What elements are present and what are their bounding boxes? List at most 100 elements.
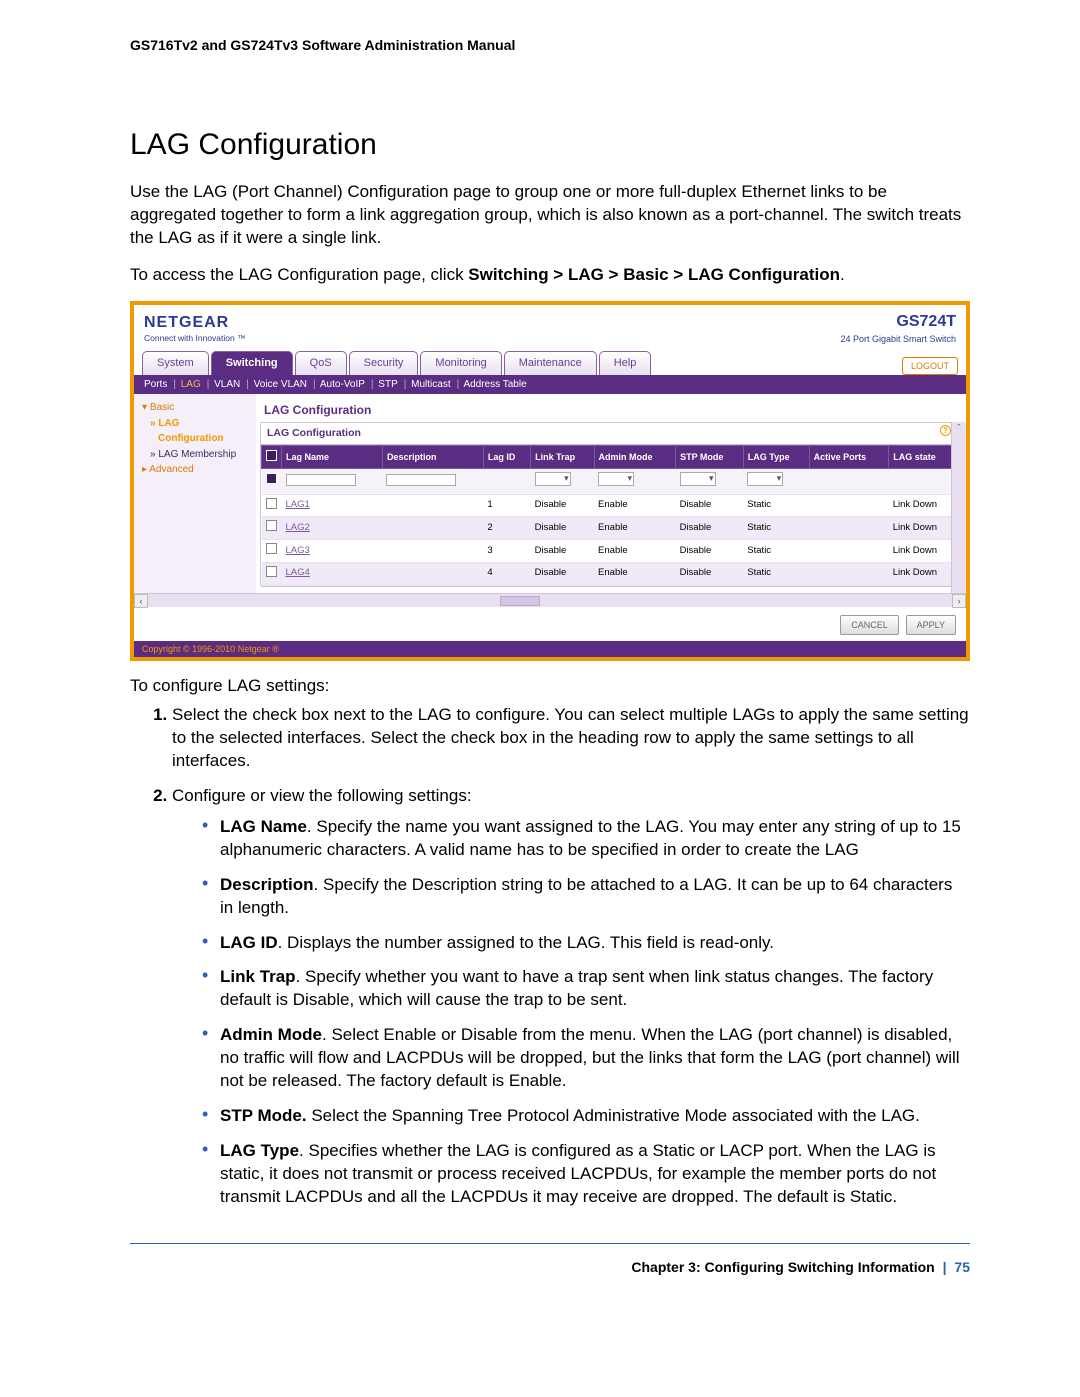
app-header: NETGEAR Connect with Innovation ™ GS724T…	[134, 305, 966, 347]
model-label: GS724T	[840, 311, 956, 333]
panel-subtitle: LAG Configuration ?	[261, 423, 957, 444]
row-checkbox[interactable]	[266, 566, 277, 577]
col-lag-name: Lag Name	[282, 445, 383, 468]
subtab-address-table[interactable]: Address Table	[463, 379, 526, 390]
col-lag-state: LAG state	[889, 445, 957, 468]
horizontal-scrollbar[interactable]: ‹ ›	[134, 593, 966, 607]
logout-button[interactable]: LOGOUT	[902, 357, 958, 375]
subtab-auto-voip[interactable]: Auto-VoIP	[320, 379, 365, 390]
scroll-thumb[interactable]	[500, 596, 540, 606]
filter-name-input[interactable]	[286, 474, 356, 486]
intro-paragraph-2: To access the LAG Configuration page, cl…	[130, 264, 970, 287]
subtab-lag[interactable]: LAG	[181, 379, 201, 390]
tab-qos[interactable]: QoS	[295, 351, 347, 375]
filter-checkbox[interactable]	[266, 473, 277, 484]
filter-lagtype-select[interactable]	[747, 472, 783, 486]
bullet-lag-name: LAG Name. Specify the name you want assi…	[202, 816, 970, 862]
lag-table: Lag Name Description Lag ID Link Trap Ad…	[261, 445, 957, 586]
sidebar-item-lag-configuration[interactable]: Configuration	[142, 431, 248, 447]
table-filter-row	[262, 468, 957, 494]
col-stp-mode: STP Mode	[676, 445, 744, 468]
filter-desc-input[interactable]	[386, 474, 456, 486]
subtab-vlan[interactable]: VLAN	[214, 379, 240, 390]
bullet-lag-type: LAG Type. Specifies whether the LAG is c…	[202, 1140, 970, 1209]
col-link-trap: Link Trap	[531, 445, 594, 468]
table-row: LAG2 2 Disable Enable Disable Static Lin…	[262, 517, 957, 540]
brand-tagline: Connect with Innovation ™	[144, 333, 246, 344]
sidebar-item-lag-membership[interactable]: » LAG Membership	[142, 447, 248, 463]
steps-list: Select the check box next to the LAG to …	[130, 704, 970, 1209]
lag-name-link[interactable]: LAG1	[286, 499, 310, 510]
app-screenshot: NETGEAR Connect with Innovation ™ GS724T…	[130, 301, 970, 661]
col-description: Description	[382, 445, 483, 468]
bullet-description: Description. Specify the Description str…	[202, 874, 970, 920]
subtab-multicast[interactable]: Multicast	[411, 379, 450, 390]
row-checkbox[interactable]	[266, 543, 277, 554]
lag-name-link[interactable]: LAG4	[286, 567, 310, 578]
configure-lead: To configure LAG settings:	[130, 675, 970, 698]
bullet-admin-mode: Admin Mode. Select Enable or Disable fro…	[202, 1024, 970, 1093]
row-checkbox[interactable]	[266, 498, 277, 509]
select-all-checkbox[interactable]	[266, 450, 277, 461]
cell-lag-id: 1	[483, 494, 530, 517]
scroll-left-icon[interactable]: ‹	[134, 594, 148, 608]
tab-system[interactable]: System	[142, 351, 209, 375]
copyright-bar: Copyright © 1996-2010 Netgear ®	[134, 641, 966, 657]
footer-chapter: Chapter 3: Configuring Switching Informa…	[631, 1259, 934, 1275]
col-lag-type: LAG Type	[743, 445, 809, 468]
row-checkbox[interactable]	[266, 520, 277, 531]
tab-switching[interactable]: Switching	[211, 351, 293, 375]
footer-rule	[130, 1243, 970, 1244]
sidebar-nav: ▾ Basic » LAG Configuration » LAG Member…	[134, 394, 256, 593]
tab-help[interactable]: Help	[599, 351, 652, 375]
tab-security[interactable]: Security	[349, 351, 419, 375]
footer-separator: |	[943, 1259, 947, 1275]
page-title: LAG Configuration	[130, 125, 970, 166]
footer-page-number: 75	[954, 1259, 970, 1275]
bullet-stp-mode: STP Mode. Select the Spanning Tree Proto…	[202, 1105, 970, 1128]
step-1: Select the check box next to the LAG to …	[172, 704, 970, 773]
lag-config-panel: LAG Configuration ? Lag Name Description…	[260, 422, 958, 586]
bullet-lag-id: LAG ID. Displays the number assigned to …	[202, 932, 970, 955]
sidebar-item-advanced[interactable]: ▸ Advanced	[142, 462, 248, 478]
cell-stp-mode: Disable	[676, 494, 744, 517]
lag-name-link[interactable]: LAG3	[286, 545, 310, 556]
tab-monitoring[interactable]: Monitoring	[420, 351, 501, 375]
brand-logo: NETGEAR	[144, 312, 246, 334]
main-panel: LAG Configuration LAG Configuration ? La…	[256, 394, 966, 593]
lag-name-link[interactable]: LAG2	[286, 522, 310, 533]
cell-lag-type: Static	[743, 494, 809, 517]
sidebar-item-basic[interactable]: ▾ Basic	[142, 400, 248, 416]
table-row: LAG3 3 Disable Enable Disable Static Lin…	[262, 540, 957, 563]
cell-lag-state: Link Down	[889, 494, 957, 517]
step-2: Configure or view the following settings…	[172, 785, 970, 1209]
vertical-scrollbar[interactable]: ˆ	[951, 422, 966, 593]
filter-linktrap-select[interactable]	[535, 472, 571, 486]
filter-adminmode-select[interactable]	[598, 472, 634, 486]
model-sublabel: 24 Port Gigabit Smart Switch	[840, 333, 956, 345]
step-2-text: Configure or view the following settings…	[172, 786, 472, 805]
subtab-stp[interactable]: STP	[378, 379, 397, 390]
subtab-ports[interactable]: Ports	[144, 379, 167, 390]
button-bar: CANCEL APPLY	[134, 607, 966, 641]
col-lag-id: Lag ID	[483, 445, 530, 468]
sidebar-item-lag[interactable]: » LAG	[142, 416, 248, 432]
cell-link-trap: Disable	[531, 494, 594, 517]
page-header: GS716Tv2 and GS724Tv3 Software Administr…	[130, 36, 970, 55]
col-active-ports: Active Ports	[809, 445, 889, 468]
intro-paragraph-1: Use the LAG (Port Channel) Configuration…	[130, 181, 970, 250]
cancel-button[interactable]: CANCEL	[840, 615, 899, 635]
apply-button[interactable]: APPLY	[906, 615, 956, 635]
help-icon[interactable]: ?	[940, 425, 951, 436]
filter-stpmode-select[interactable]	[680, 472, 716, 486]
main-title: LAG Configuration	[264, 402, 958, 418]
table-row: LAG1 1 Disable Enable Disable Static Lin…	[262, 494, 957, 517]
subtab-voice-vlan[interactable]: Voice VLAN	[254, 379, 307, 390]
tab-maintenance[interactable]: Maintenance	[504, 351, 597, 375]
main-tab-bar: System Switching QoS Security Monitoring…	[134, 347, 966, 375]
bullet-link-trap: Link Trap. Specify whether you want to h…	[202, 966, 970, 1012]
table-header-row: Lag Name Description Lag ID Link Trap Ad…	[262, 445, 957, 468]
sub-tab-bar: Ports| LAG| VLAN| Voice VLAN| Auto-VoIP|…	[134, 375, 966, 395]
scroll-right-icon[interactable]: ›	[952, 594, 966, 608]
page-footer: Chapter 3: Configuring Switching Informa…	[130, 1258, 970, 1277]
